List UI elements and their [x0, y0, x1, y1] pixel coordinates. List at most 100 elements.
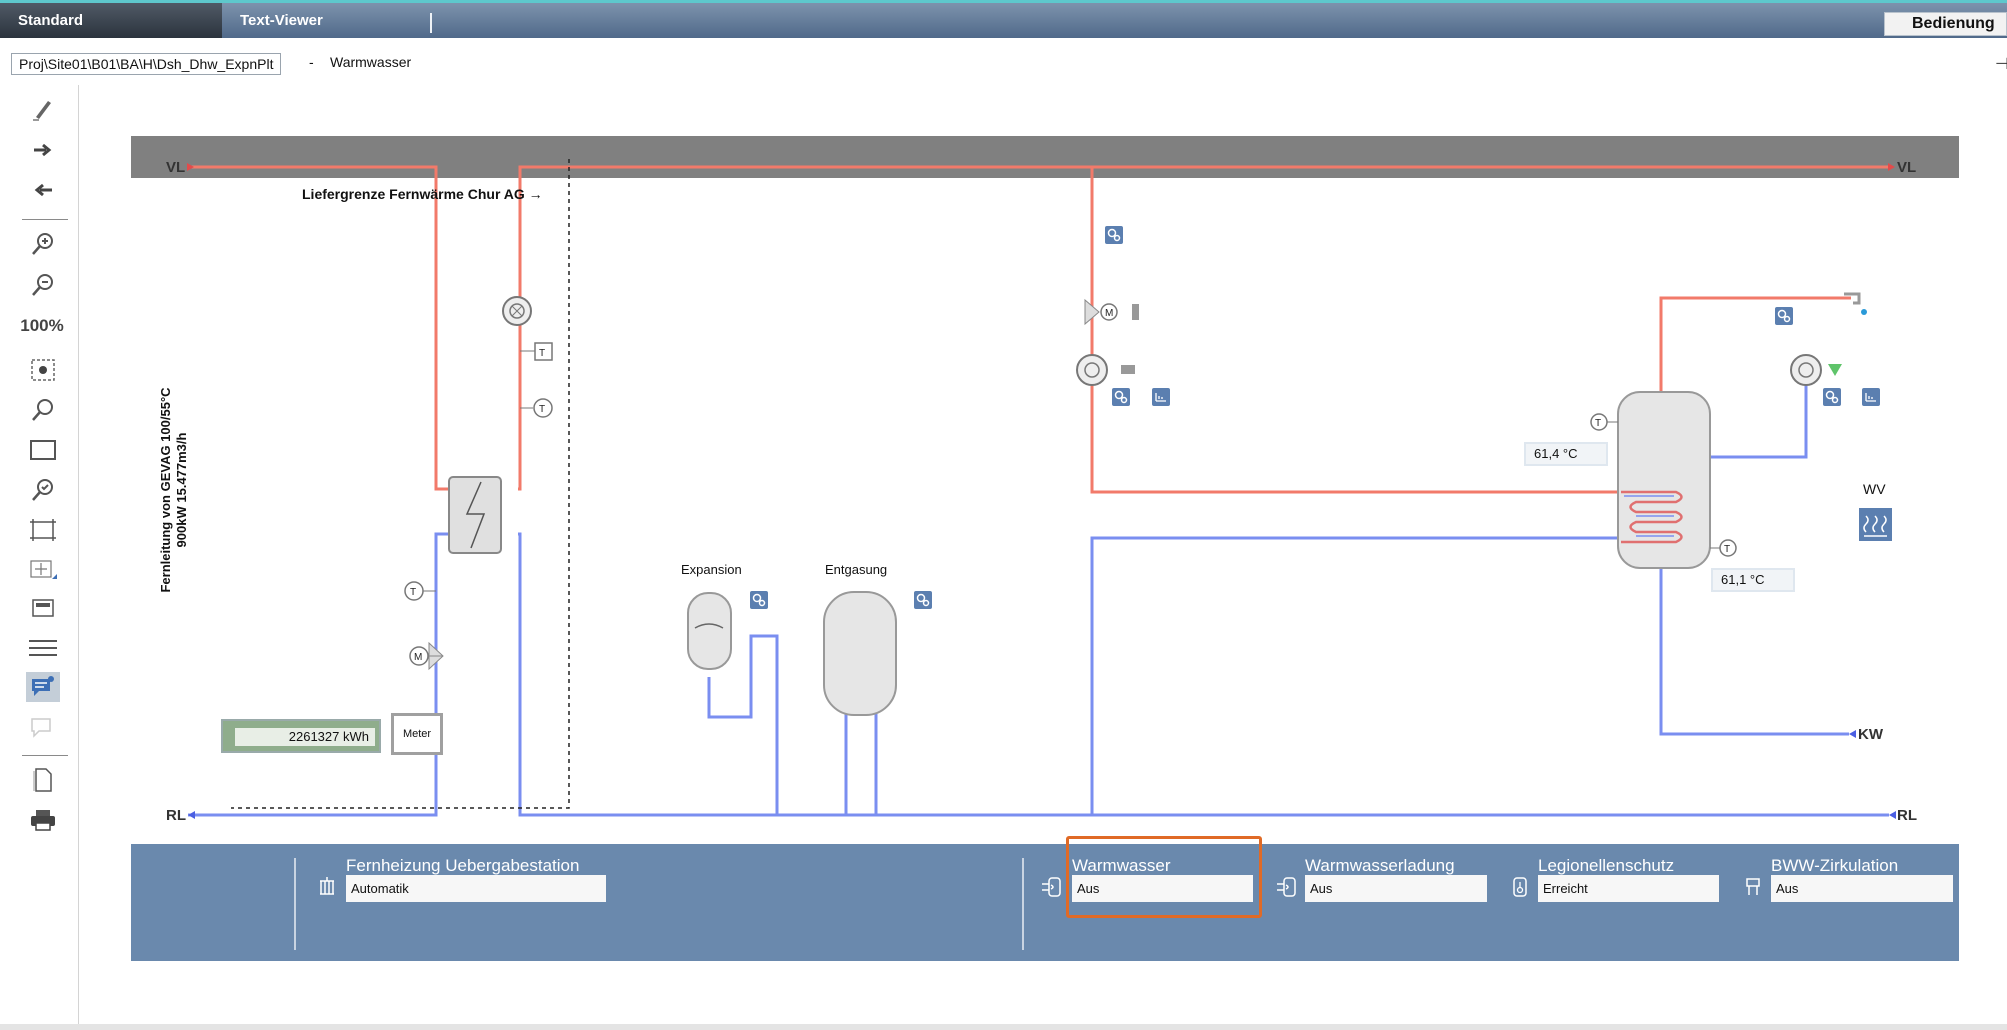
- trend-icon: [1151, 387, 1171, 407]
- status-title-fernheizung: Fernheizung Uebergabestation: [346, 856, 580, 875]
- sensor-t-label: T: [539, 348, 545, 359]
- toolbar-separator: [22, 219, 68, 220]
- rl-left-arrow: [188, 811, 195, 819]
- arrow-left-icon[interactable]: [26, 175, 60, 205]
- storage-top-temp[interactable]: 61,4 °C: [1524, 442, 1608, 466]
- expansion-label: Expansion: [681, 562, 742, 577]
- rl-right-arrow: [1889, 811, 1896, 819]
- page-title: Warmwasser: [330, 54, 412, 70]
- fit-page-icon[interactable]: [26, 515, 60, 545]
- zoom-in-icon[interactable]: [26, 229, 60, 259]
- status-value-warmwasser[interactable]: Aus: [1072, 875, 1253, 902]
- status-panel: Fernheizung Uebergabestation Automatik W…: [131, 836, 1959, 961]
- tab-text-viewer[interactable]: Text-Viewer: [222, 3, 432, 38]
- wv-label: WV: [1863, 481, 1886, 497]
- app-window: Standard Text-Viewer Bedienung Proj\Site…: [0, 3, 2007, 1030]
- energy-meter-display[interactable]: 2261327 kWh: [221, 719, 381, 753]
- mode-button[interactable]: Bedienung: [1884, 12, 2007, 36]
- vl-left-arrow: [187, 163, 194, 171]
- fernleitung-line2: 900kW 15.477m3/h: [174, 432, 189, 548]
- sensor-t-label: T: [539, 404, 545, 415]
- primary-pump: [502, 296, 532, 326]
- pin-icon[interactable]: ⊣: [1995, 54, 2007, 74]
- storage-bottom-temp[interactable]: 61,1 °C: [1711, 568, 1795, 592]
- path-field[interactable]: Proj\Site01\B01\BA\H\Dsh_Dhw_ExpnPlt: [11, 53, 282, 75]
- sensor-t-label: T: [1724, 544, 1730, 555]
- grid-icon[interactable]: [26, 555, 60, 585]
- status-title-legionellenschutz: Legionellenschutz: [1538, 856, 1675, 875]
- expansion-vessel: [687, 592, 732, 670]
- menu-icon[interactable]: [26, 633, 60, 663]
- page-icon[interactable]: [26, 765, 60, 795]
- horizontal-scrollbar[interactable]: [0, 1024, 2007, 1030]
- supply-boundary-line: [231, 159, 570, 809]
- fernleitung-label: Fernleitung von GEVAG 100/55°C 900kW 15.…: [158, 330, 190, 650]
- magnifier-icon[interactable]: [26, 395, 60, 425]
- circulation-icon: [1742, 875, 1764, 902]
- degassing-vessel: [823, 591, 897, 716]
- circulation-pump: [1790, 354, 1842, 386]
- rl-right-label: RL: [1897, 807, 1917, 824]
- radiator-icon: [316, 875, 338, 902]
- tab-divider: [430, 13, 432, 33]
- motor-label: M: [414, 652, 422, 663]
- water-heater-icon: [1276, 875, 1298, 902]
- status-value-bww-zirkulation[interactable]: Aus: [1771, 875, 1953, 902]
- flow-icon: [1111, 387, 1131, 407]
- temp-sensor: T: [1710, 539, 1737, 557]
- schematic-canvas: T T T M M T T Liefergrenze Fernwärme Chu…: [131, 136, 1959, 961]
- meter-button[interactable]: Meter: [391, 713, 443, 755]
- sensor-t-label: T: [1595, 418, 1601, 429]
- zoom-fit-icon[interactable]: [26, 355, 60, 385]
- shield-thermo-icon: [1509, 875, 1531, 902]
- supply-line-dhw: [1659, 296, 1851, 391]
- status-value-warmwasserladung[interactable]: Aus: [1305, 875, 1487, 902]
- comment-icon[interactable]: [26, 672, 60, 702]
- kw-arrow: [1849, 730, 1856, 738]
- print-icon[interactable]: [26, 805, 60, 835]
- return-line-primary: [188, 532, 449, 817]
- temp-sensor: T: [520, 342, 553, 361]
- status-value-fernheizung[interactable]: Automatik: [346, 875, 606, 902]
- zoom-level: 100%: [20, 316, 64, 335]
- vl-right-label: VL: [1897, 159, 1917, 176]
- supply-line-left: [188, 165, 449, 491]
- flow-icon: [1822, 387, 1842, 407]
- flow-icon: [1774, 306, 1794, 326]
- supply-boundary-label: Liefergrenze Fernwärme Chur AG →: [302, 186, 543, 202]
- flow-icon: [913, 590, 933, 610]
- path-row: Proj\Site01\B01\BA\H\Dsh_Dhw_ExpnPlt - W…: [0, 39, 2007, 83]
- check-valve-icon: [1828, 364, 1842, 376]
- status-value-legionellenschutz[interactable]: Erreicht: [1538, 875, 1719, 902]
- fit-width-icon[interactable]: [26, 593, 60, 623]
- status-title-warmwasserladung: Warmwasserladung: [1305, 856, 1455, 875]
- flow-icon: [1104, 225, 1124, 245]
- kw-label: KW: [1858, 726, 1883, 743]
- status-title-bww-zirkulation: BWW-Zirkulation: [1771, 856, 1899, 875]
- arrow-right-icon[interactable]: [26, 135, 60, 165]
- tab-standard[interactable]: Standard: [0, 3, 222, 38]
- left-toolbar: 100%: [0, 85, 79, 1030]
- temp-sensor: T: [1590, 413, 1618, 431]
- frame-icon[interactable]: [26, 435, 60, 465]
- sensor-t-label: T: [410, 587, 416, 598]
- path-separator: -: [309, 54, 314, 70]
- temp-sensor: T: [404, 581, 436, 601]
- storage-charge-pump: [1076, 354, 1135, 386]
- fernleitung-line1: Fernleitung von GEVAG 100/55°C: [158, 387, 173, 593]
- zoom-out-icon[interactable]: [26, 270, 60, 300]
- zoom-check-icon[interactable]: [26, 475, 60, 505]
- pencil-icon[interactable]: [26, 94, 60, 124]
- return-line-storage: [1090, 536, 1619, 815]
- water-heater-icon: [1041, 875, 1063, 902]
- tab-bar: Standard Text-Viewer Bedienung: [0, 3, 2007, 38]
- trend-icon: [1861, 387, 1881, 407]
- hot-water-icon: [1859, 508, 1892, 541]
- hot-water-storage-tank: [1617, 391, 1711, 569]
- status-title-warmwasser: Warmwasser: [1072, 856, 1171, 875]
- primary-control-valve: M: [409, 641, 444, 671]
- flow-icon: [749, 590, 769, 610]
- vl-right-arrow: [1888, 163, 1895, 171]
- toolbar-separator: [22, 755, 68, 756]
- motor-label: M: [1105, 308, 1113, 319]
